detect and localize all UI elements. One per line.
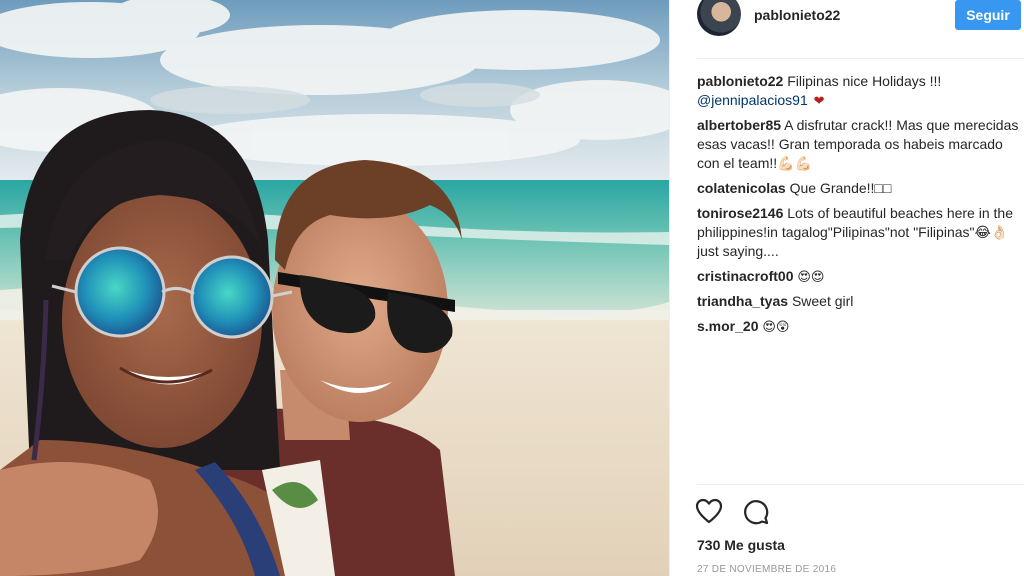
- comment-text: Sweet girl: [791, 293, 854, 309]
- comment-icon: [744, 500, 769, 525]
- comment-item: albertober85 A disfrutar crack!! Mas que…: [697, 116, 1022, 173]
- comment-item: triandha_tyas Sweet girl: [697, 292, 1022, 311]
- post-actions: [694, 496, 770, 528]
- comment-item: cristinacroft00 😍😍: [697, 267, 1022, 286]
- comment-username[interactable]: s.mor_20: [697, 318, 758, 334]
- comment-item: s.mor_20 😍😲: [697, 317, 1022, 336]
- post-header: pablonieto22 Seguir: [670, 0, 1024, 58]
- comment-username[interactable]: tonirose2146: [697, 205, 783, 221]
- follow-button[interactable]: Seguir: [955, 0, 1021, 30]
- author-username[interactable]: pablonieto22: [754, 7, 840, 23]
- comment-username[interactable]: colatenicolas: [697, 180, 786, 196]
- post-date: 27 DE NOVIEMBRE DE 2016: [697, 564, 837, 575]
- comments-list: pablonieto22 Filipinas nice Holidays !!!…: [697, 72, 1022, 342]
- mention-link[interactable]: @jennipalacios91: [697, 92, 808, 108]
- comment-text: Que Grande!!□□: [789, 180, 892, 196]
- comment-item: tonirose2146 Lots of beautiful beaches h…: [697, 204, 1022, 261]
- heart-icon: [695, 498, 723, 524]
- heart-icon: ❤: [813, 93, 825, 108]
- comment-text: 😍😍: [797, 269, 825, 284]
- comment-item: colatenicolas Que Grande!!□□: [697, 179, 1022, 198]
- likes-count[interactable]: 730 Me gusta: [697, 537, 785, 553]
- caption-text: Filipinas nice Holidays !!!: [787, 73, 942, 89]
- post-sidebar: pablonieto22 Seguir pablonieto22 Filipin…: [670, 0, 1024, 576]
- avatar[interactable]: [697, 0, 741, 36]
- comment-button[interactable]: [740, 496, 770, 526]
- beach-selfie-image: [0, 0, 669, 576]
- like-button[interactable]: [694, 496, 724, 526]
- caption: pablonieto22 Filipinas nice Holidays !!!…: [697, 72, 1022, 110]
- comment-username[interactable]: albertober85: [697, 117, 781, 133]
- comment-username[interactable]: triandha_tyas: [697, 293, 788, 309]
- post-photo[interactable]: [0, 0, 669, 576]
- comment-username[interactable]: pablonieto22: [697, 73, 783, 89]
- header-divider: [697, 58, 1024, 59]
- comment-text: 😍😲: [762, 319, 790, 334]
- comment-username[interactable]: cristinacroft00: [697, 268, 793, 284]
- actions-divider: [697, 484, 1024, 485]
